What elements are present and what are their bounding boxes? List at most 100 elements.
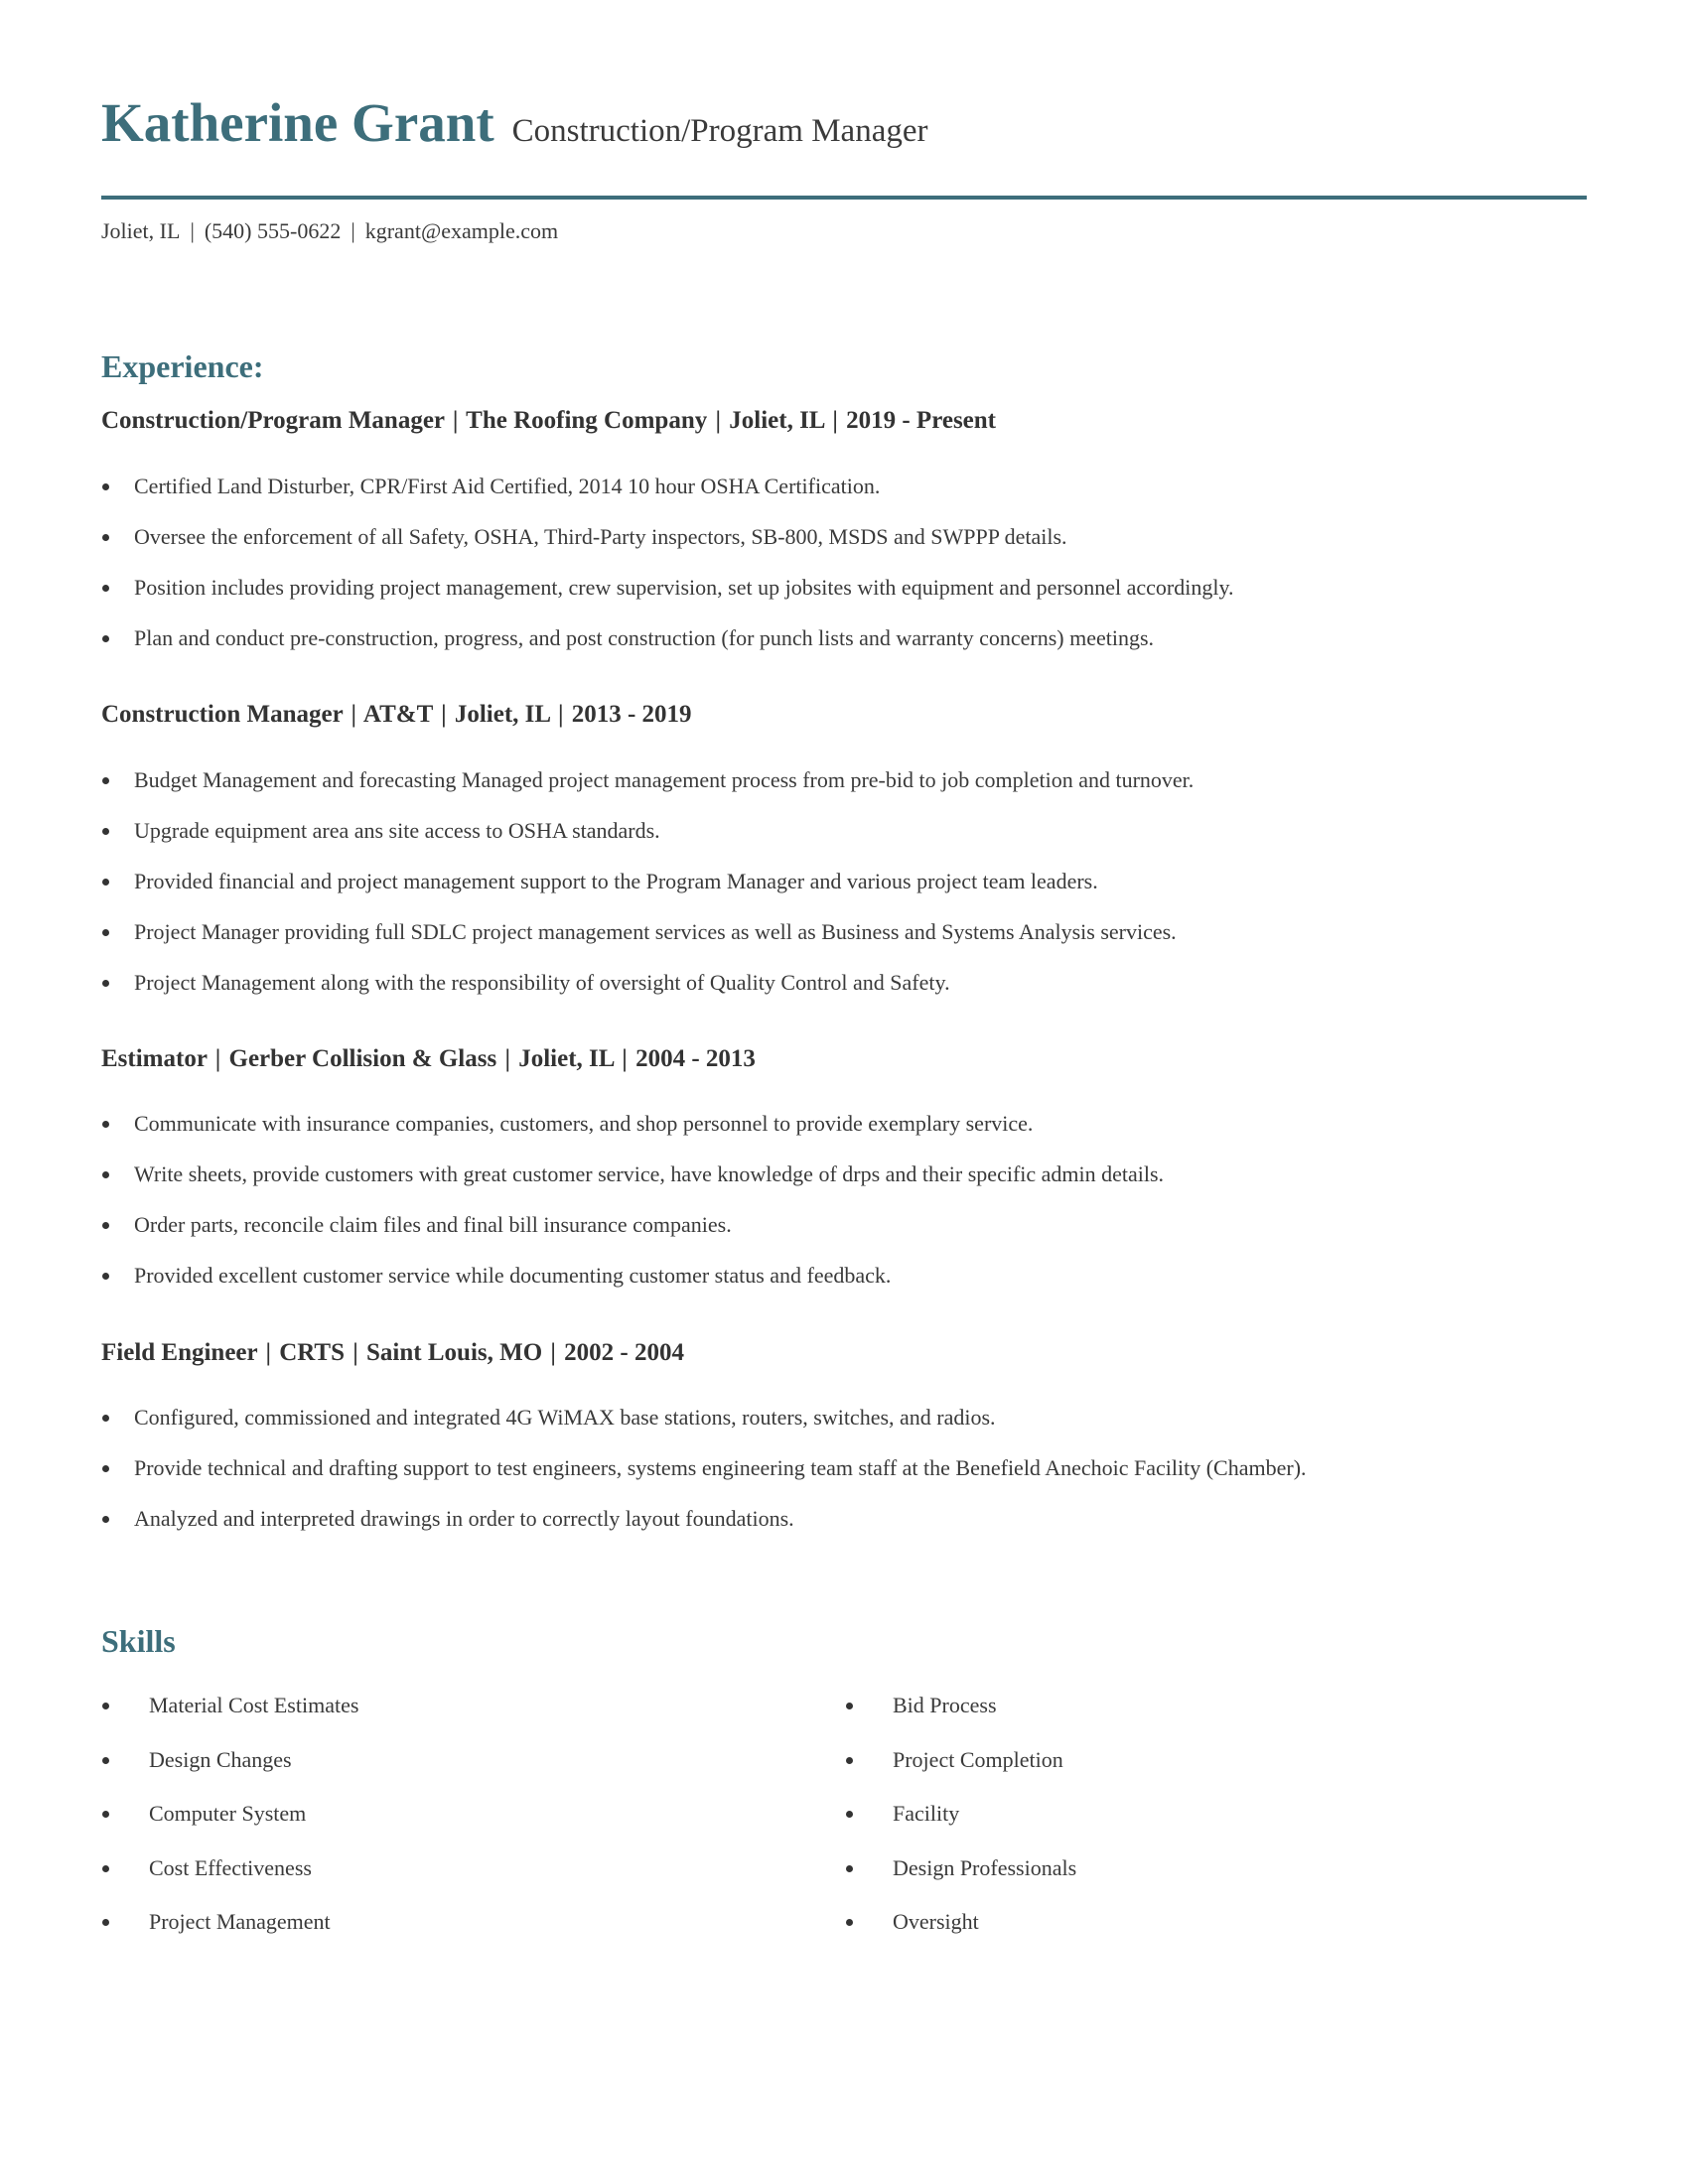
skill-item: Computer System [101, 1800, 796, 1854]
header-divider [101, 196, 1587, 200]
skill-item: Bid Process [845, 1692, 1540, 1746]
bullet-icon [102, 1919, 109, 1926]
skill-item: Project Completion [845, 1746, 1540, 1801]
job-separator: | [452, 407, 459, 434]
job-dates: 2004 - 2013 [635, 1045, 756, 1072]
bullet-text: Provided financial and project managemen… [134, 869, 1098, 893]
list-item: Project Manager providing full SDLC proj… [101, 918, 1587, 969]
job-role: Field Engineer [101, 1339, 258, 1366]
bullet-icon [102, 1465, 109, 1472]
skills-list-left: Material Cost Estimates Design Changes C… [101, 1692, 796, 1963]
job-dates: 2019 - Present [846, 407, 997, 434]
resume-header: Katherine Grant Construction/Program Mana… [101, 91, 927, 163]
bullet-icon [102, 1516, 109, 1523]
job-title-line: Construction Manager | AT&T | Joliet, IL… [101, 699, 692, 731]
job-separator: | [557, 701, 564, 728]
job-company: CRTS [279, 1339, 346, 1366]
job-location: Saint Louis, MO [366, 1339, 543, 1366]
job-title-line: Estimator | Gerber Collision & Glass | J… [101, 1043, 756, 1075]
bullet-text: Provide technical and drafting support t… [134, 1455, 1307, 1480]
skill-item: Facility [845, 1800, 1540, 1854]
bullet-icon [102, 1703, 109, 1709]
bullet-icon [102, 635, 109, 642]
bullet-icon [102, 980, 109, 987]
bullet-icon [102, 929, 109, 936]
list-item: Certified Land Disturber, CPR/First Aid … [101, 473, 1587, 523]
bullet-text: Upgrade equipment area ans site access t… [134, 818, 660, 843]
skill-item: Cost Effectiveness [101, 1854, 796, 1909]
list-item: Write sheets, provide customers with gre… [101, 1160, 1587, 1211]
bullet-icon [102, 1222, 109, 1229]
contact-separator: | [190, 218, 195, 243]
bullet-icon [102, 534, 109, 541]
job-separator: | [622, 1045, 628, 1072]
list-item: Analyzed and interpreted drawings in ord… [101, 1505, 1587, 1556]
bullet-text: Position includes providing project mana… [134, 575, 1234, 600]
job-separator: | [351, 701, 357, 728]
bullet-icon [102, 879, 109, 886]
job-separator: | [441, 701, 447, 728]
job-location: Joliet, IL [729, 407, 825, 434]
bullet-icon [102, 777, 109, 784]
list-item: Position includes providing project mana… [101, 574, 1587, 624]
bullet-icon [846, 1703, 853, 1709]
job-location: Joliet, IL [454, 701, 550, 728]
bullet-icon [102, 585, 109, 592]
contact-line: Joliet, IL | (540) 555-0622 | kgrant@example… [101, 217, 558, 245]
job-dates: 2002 - 2004 [564, 1339, 684, 1366]
skill-item: Design Changes [101, 1746, 796, 1801]
job-company: Gerber Collision & Glass [228, 1045, 497, 1072]
list-item: Provide technical and drafting support t… [101, 1454, 1587, 1505]
skill-text: Material Cost Estimates [149, 1693, 359, 1717]
bullet-text: Provided excellent customer service whil… [134, 1263, 892, 1288]
bullet-text: Communicate with insurance companies, cu… [134, 1111, 1034, 1136]
skill-item: Project Management [101, 1908, 796, 1963]
bullet-text: Write sheets, provide customers with gre… [134, 1161, 1165, 1186]
contact-location: Joliet, IL [101, 218, 181, 243]
bullet-text: Oversee the enforcement of all Safety, O… [134, 524, 1067, 549]
job-role: Estimator [101, 1045, 208, 1072]
bullet-text: Project Management along with the respon… [134, 970, 950, 995]
bullet-text: Budget Management and forecasting Manage… [134, 767, 1195, 792]
skills-list-right: Bid Process Project Completion Facility … [845, 1692, 1540, 1963]
job-bullets: Certified Land Disturber, CPR/First Aid … [101, 473, 1587, 675]
job-bullets: Communicate with insurance companies, cu… [101, 1110, 1587, 1312]
job-separator: | [352, 1339, 358, 1366]
job-role: Construction Manager [101, 701, 344, 728]
skill-text: Design Changes [149, 1746, 292, 1772]
skill-text: Design Professionals [893, 1854, 1077, 1880]
bullet-text: Order parts, reconcile claim files and f… [134, 1212, 732, 1237]
bullet-icon [102, 1864, 109, 1872]
job-company: AT&T [362, 701, 433, 728]
candidate-name: Katherine Grant [101, 92, 494, 153]
contact-phone: (540) 555-0622 [204, 218, 342, 243]
job-title-line: Field Engineer | CRTS | Saint Louis, MO … [101, 1337, 684, 1369]
bullet-icon [102, 1415, 109, 1422]
bullet-text: Project Manager providing full SDLC proj… [134, 919, 1177, 944]
list-item: Order parts, reconcile claim files and f… [101, 1211, 1587, 1262]
skill-text: Facility [893, 1801, 960, 1826]
job-separator: | [504, 1045, 510, 1072]
skill-text: Project Management [149, 1909, 331, 1934]
job-separator: | [214, 1045, 221, 1072]
bullet-icon [102, 1756, 109, 1764]
bullet-icon [846, 1811, 853, 1818]
bullet-icon [846, 1864, 853, 1872]
job-bullets: Configured, commissioned and integrated … [101, 1404, 1587, 1556]
bullet-icon [846, 1756, 853, 1764]
job-separator: | [265, 1339, 271, 1366]
bullet-text: Configured, commissioned and integrated … [134, 1405, 996, 1430]
list-item: Configured, commissioned and integrated … [101, 1404, 1587, 1454]
bullet-text: Plan and conduct pre-construction, progr… [134, 625, 1155, 650]
list-item: Plan and conduct pre-construction, progr… [101, 624, 1587, 675]
list-item: Project Management along with the respon… [101, 969, 1587, 1020]
bullet-icon [102, 1171, 109, 1178]
job-separator: | [832, 407, 838, 434]
skill-text: Project Completion [893, 1746, 1063, 1772]
candidate-title: Construction/Program Manager [511, 113, 928, 149]
bullet-icon [102, 1273, 109, 1280]
job-separator: | [715, 407, 721, 434]
skill-text: Computer System [149, 1801, 307, 1826]
job-separator: | [550, 1339, 556, 1366]
bullet-icon [102, 1811, 109, 1818]
